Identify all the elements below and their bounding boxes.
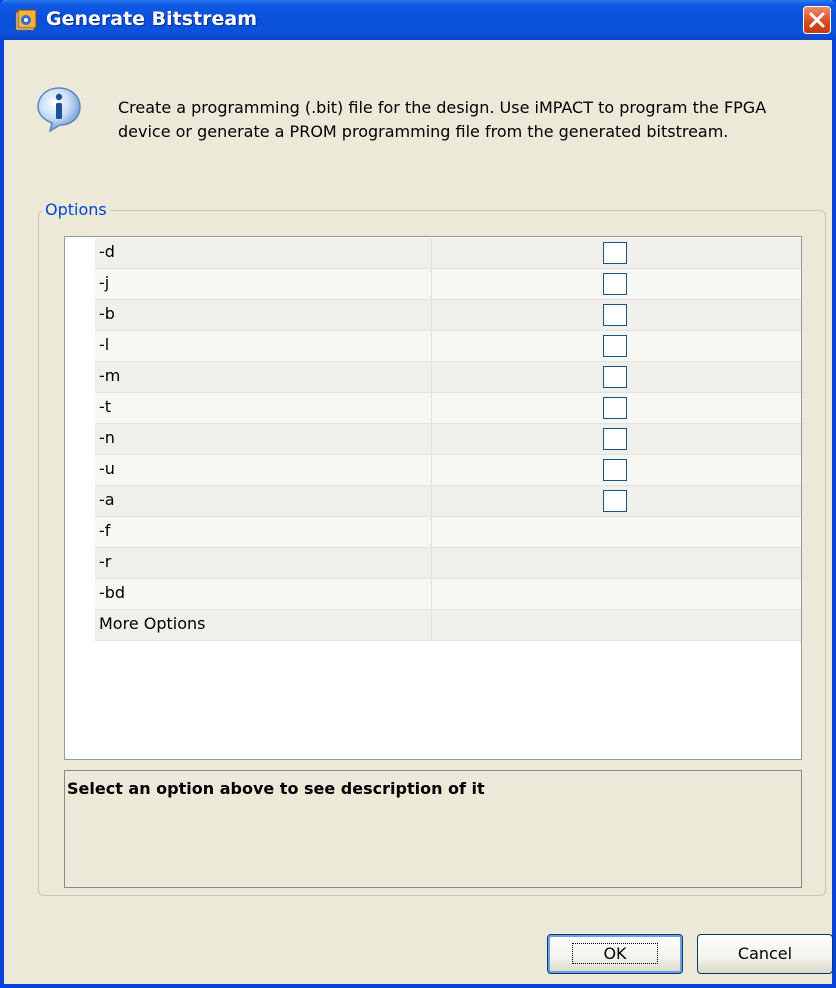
option-checkbox[interactable] <box>603 273 627 295</box>
option-name: -bd <box>99 583 126 602</box>
option-name: -m <box>99 366 121 385</box>
option-checkbox[interactable] <box>603 490 627 512</box>
option-checkbox[interactable] <box>603 304 627 326</box>
option-row[interactable]: More Options <box>95 610 801 641</box>
column-divider <box>431 455 432 485</box>
option-name: -u <box>99 459 115 478</box>
generate-bitstream-dialog: Generate Bitstream Create a programming … <box>0 0 836 988</box>
info-icon <box>37 87 81 132</box>
option-name: -d <box>99 242 115 261</box>
column-divider <box>431 548 432 578</box>
option-row[interactable]: -b <box>95 300 801 331</box>
option-checkbox[interactable] <box>603 366 627 388</box>
cancel-button[interactable]: Cancel <box>697 934 833 974</box>
column-divider <box>431 362 432 392</box>
ok-button[interactable]: OK <box>547 934 683 974</box>
option-name: -t <box>99 397 112 416</box>
option-name: -f <box>99 521 111 540</box>
app-icon <box>15 9 37 31</box>
column-divider <box>431 393 432 423</box>
option-row[interactable]: -a <box>95 486 801 517</box>
close-icon <box>809 12 825 28</box>
column-divider <box>431 238 432 268</box>
option-name: -j <box>99 273 110 292</box>
option-row[interactable]: -bd <box>95 579 801 610</box>
option-name: -n <box>99 428 115 447</box>
grid-row-gutter <box>65 237 95 655</box>
option-row[interactable]: -t <box>95 393 801 424</box>
option-row[interactable]: -d <box>95 238 801 269</box>
column-divider <box>431 610 432 640</box>
option-name: -r <box>99 552 112 571</box>
option-checkbox[interactable] <box>603 428 627 450</box>
option-name: -l <box>99 335 110 354</box>
option-row[interactable]: -l <box>95 331 801 362</box>
option-checkbox[interactable] <box>603 459 627 481</box>
option-checkbox[interactable] <box>603 242 627 264</box>
column-divider <box>431 579 432 609</box>
close-button[interactable] <box>803 6 831 34</box>
ok-button-label: OK <box>572 943 658 964</box>
info-description: Create a programming (.bit) file for the… <box>118 98 767 141</box>
option-row[interactable]: -f <box>95 517 801 548</box>
option-row[interactable]: -u <box>95 455 801 486</box>
option-name: -b <box>99 304 115 323</box>
option-name: -a <box>99 490 115 509</box>
title-bar[interactable]: Generate Bitstream <box>0 0 836 40</box>
option-name: More Options <box>99 614 206 633</box>
options-group-label: Options <box>42 200 110 219</box>
column-divider <box>431 486 432 516</box>
option-row[interactable]: -r <box>95 548 801 579</box>
options-grid[interactable]: -d -j -b -l -m -t -n -u -a -f -r -bd More Options <box>64 236 802 760</box>
option-row[interactable]: -n <box>95 424 801 455</box>
column-divider <box>431 300 432 330</box>
option-description-panel: Select an option above to see descriptio… <box>64 770 802 888</box>
column-divider <box>431 331 432 361</box>
option-checkbox[interactable] <box>603 335 627 357</box>
column-divider <box>431 269 432 299</box>
window-title: Generate Bitstream <box>46 8 258 30</box>
column-divider <box>431 424 432 454</box>
option-checkbox[interactable] <box>603 397 627 419</box>
option-row[interactable]: -m <box>95 362 801 393</box>
column-divider <box>431 517 432 547</box>
option-description-text: Select an option above to see descriptio… <box>67 779 485 798</box>
option-row[interactable]: -j <box>95 269 801 300</box>
